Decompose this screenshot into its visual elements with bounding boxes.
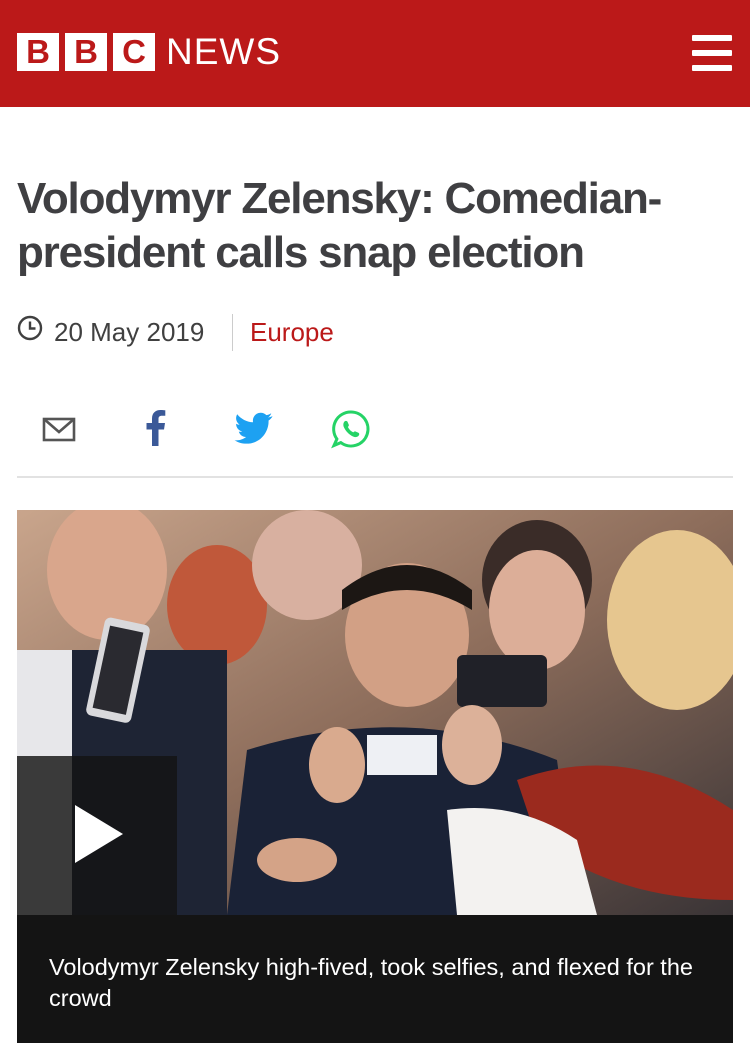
logo-letter-b1: B	[17, 33, 59, 71]
article-headline: Volodymyr Zelensky: Comedian-president c…	[17, 174, 662, 277]
meta-separator	[232, 314, 233, 351]
email-icon[interactable]	[41, 411, 77, 447]
hamburger-menu-icon[interactable]	[692, 35, 732, 71]
article-date: 20 May 2019	[54, 317, 205, 347]
logo-letter-b2: B	[65, 33, 107, 71]
play-button[interactable]	[17, 756, 177, 915]
video-player[interactable]	[17, 510, 733, 915]
clock-icon	[17, 315, 43, 341]
facebook-icon[interactable]	[138, 409, 174, 447]
media-caption: Volodymyr Zelensky high-fived, took self…	[17, 915, 733, 1043]
whatsapp-icon[interactable]	[331, 409, 371, 449]
play-icon	[75, 805, 123, 863]
share-divider	[17, 476, 733, 478]
section-link[interactable]: Europe	[250, 317, 334, 347]
bbc-news-logo[interactable]: B B C	[17, 33, 161, 71]
logo-letter-c: C	[113, 33, 155, 71]
top-navigation-bar: B B C NEWS	[0, 0, 750, 107]
twitter-icon[interactable]	[234, 409, 274, 447]
logo-news-word[interactable]: NEWS	[166, 30, 281, 74]
